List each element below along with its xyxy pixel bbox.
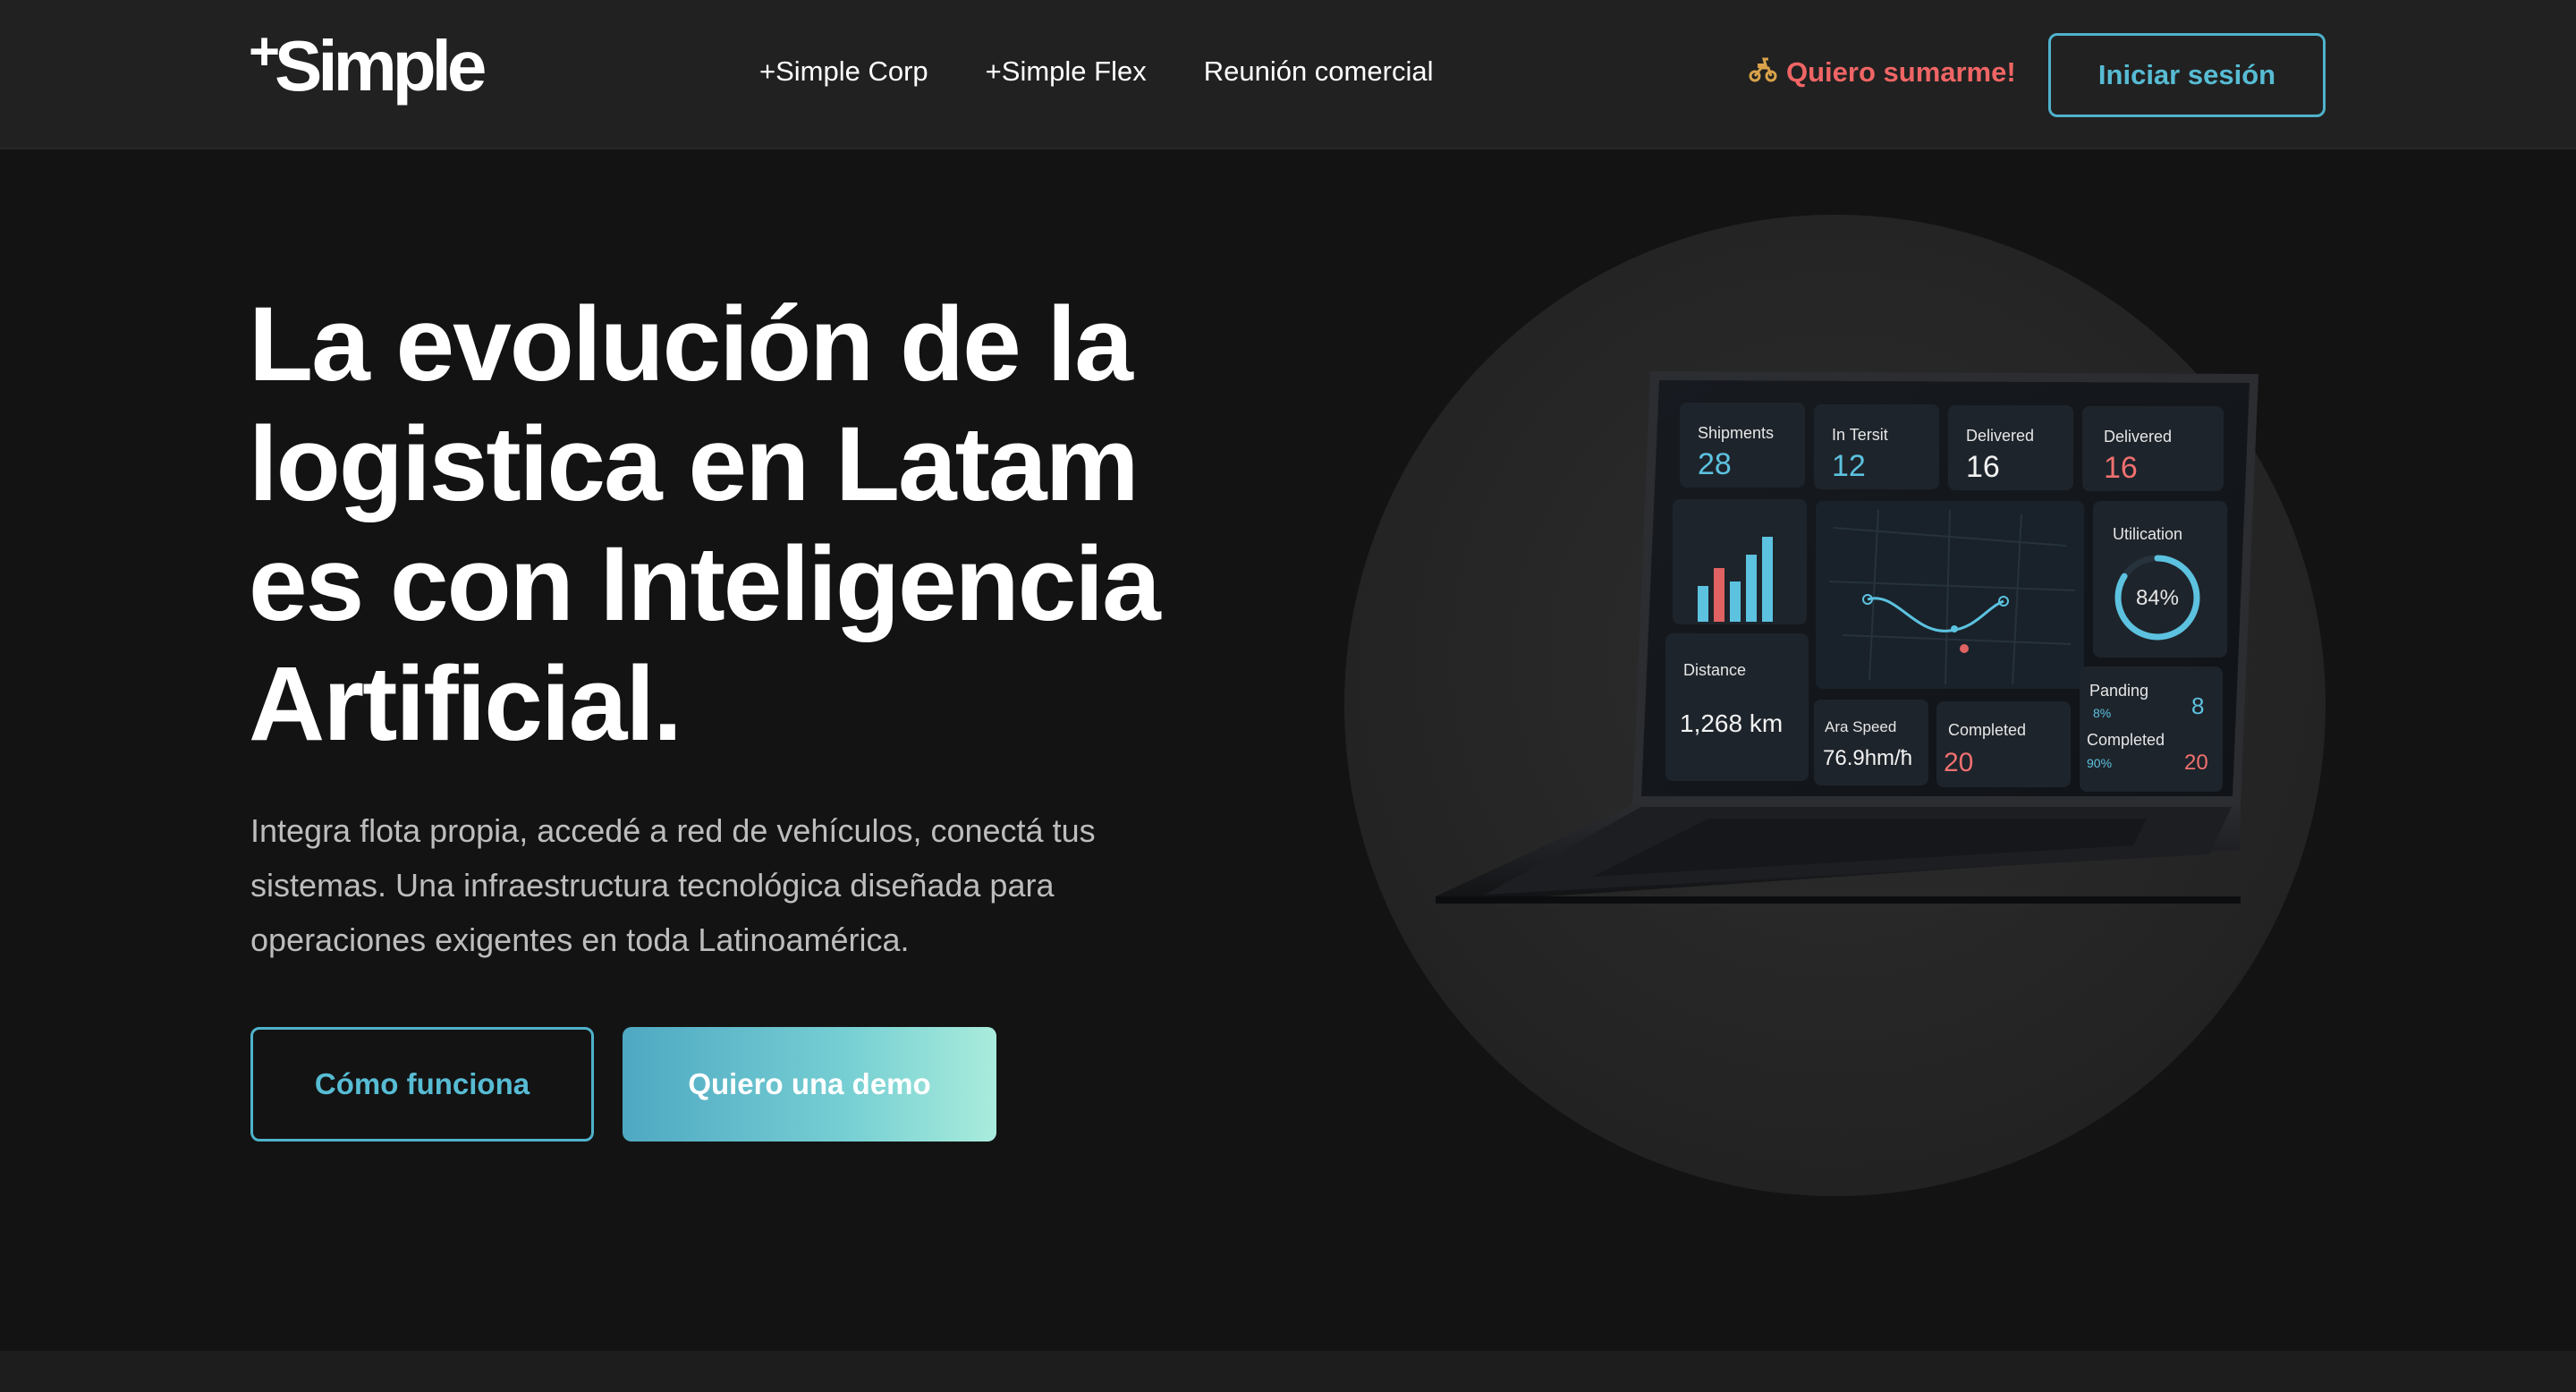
join-link[interactable]: Quiero sumarme! <box>1749 55 2016 89</box>
nav-simple-flex[interactable]: +Simple Flex <box>986 55 1147 88</box>
route-point <box>1951 625 1958 632</box>
route-marker <box>1960 644 1969 653</box>
stat-value: 16 <box>2104 451 2138 485</box>
completed-label: Completed <box>1948 721 2026 739</box>
distance-label: Distance <box>1683 661 1746 679</box>
stat-label: In Tersit <box>1832 426 1888 444</box>
distance-value: 1,268 km <box>1680 709 1783 737</box>
headline-line: logistica en Latam <box>249 405 1140 523</box>
nav-simple-corp[interactable]: +Simple Corp <box>759 55 928 88</box>
mini-bar <box>1714 568 1724 622</box>
pending-label: Panding <box>2089 682 2148 700</box>
hero-subtext: Integra flota propia, accedé a red de ve… <box>250 803 1199 967</box>
stat-label: Delivered <box>2104 428 2172 446</box>
utilization-label: Utilication <box>2113 525 2182 543</box>
utilization-value: 84% <box>2136 586 2179 610</box>
headline-line: La evolución de la <box>249 285 1133 403</box>
completed2-value: 20 <box>2184 751 2208 775</box>
laptop-edge <box>1436 896 2241 904</box>
logo[interactable]: + Simple <box>249 20 487 109</box>
mini-bar <box>1698 586 1708 622</box>
nav-reunion-comercial[interactable]: Reunión comercial <box>1204 55 1434 88</box>
mini-bar <box>1746 555 1757 622</box>
login-button[interactable]: Iniciar sesión <box>2048 33 2326 117</box>
completed2-pct: 90% <box>2087 756 2112 770</box>
site-header: + Simple +Simple Corp +Simple Flex Reuni… <box>0 0 2576 149</box>
headline-line: es con Inteligencia <box>249 525 1161 643</box>
pending-pct: 8% <box>2093 706 2111 720</box>
completed2-label: Completed <box>2087 731 2165 749</box>
mini-bar <box>1762 537 1773 622</box>
stat-label: Shipments <box>1698 424 1774 442</box>
stat-label: Delivered <box>1966 427 2034 445</box>
stat-value: 28 <box>1698 447 1732 481</box>
headline-line: Artificial. <box>249 645 682 763</box>
laptop-svg: Shipments 28 In Tersit 12 Delivered 16 D… <box>1436 371 2258 904</box>
pending-value: 8 <box>2191 692 2204 719</box>
stat-value: 16 <box>1966 450 2000 484</box>
hero-headline: La evolución de la logistica en Latam es… <box>249 284 1233 764</box>
subtext-line: operaciones exigentes en toda Latinoamér… <box>250 921 910 958</box>
scooter-icon <box>1749 55 1777 89</box>
join-label: Quiero sumarme! <box>1786 56 2016 88</box>
laptop-illustration: Shipments 28 In Tersit 12 Delivered 16 D… <box>1431 367 2272 939</box>
stat-value: 12 <box>1832 449 1866 483</box>
stat-card: Delivered 16 <box>1948 405 2073 490</box>
speed-label: Ara Speed <box>1825 718 1896 735</box>
stat-card: Shipments 28 <box>1680 403 1805 488</box>
stat-card: Delivered 16 <box>2082 406 2224 491</box>
main-nav: +Simple Corp +Simple Flex Reunión comerc… <box>759 55 1433 88</box>
subtext-line: sistemas. Una infraestructura tecnológic… <box>250 867 1055 904</box>
completed-value: 20 <box>1944 748 1973 777</box>
request-demo-button[interactable]: Quiero una demo <box>623 1027 996 1142</box>
speed-value: 76.9hm/ħ <box>1823 746 1912 770</box>
stat-card: In Tersit 12 <box>1814 404 1939 489</box>
logo-word: Simple <box>275 26 487 106</box>
distance-panel <box>1665 633 1809 781</box>
mini-bar <box>1730 581 1741 622</box>
subtext-line: Integra flota propia, accedé a red de ve… <box>250 812 1096 849</box>
how-it-works-button[interactable]: Cómo funciona <box>250 1027 594 1142</box>
speed-panel <box>1814 700 1928 785</box>
next-section-strip <box>0 1351 2576 1392</box>
